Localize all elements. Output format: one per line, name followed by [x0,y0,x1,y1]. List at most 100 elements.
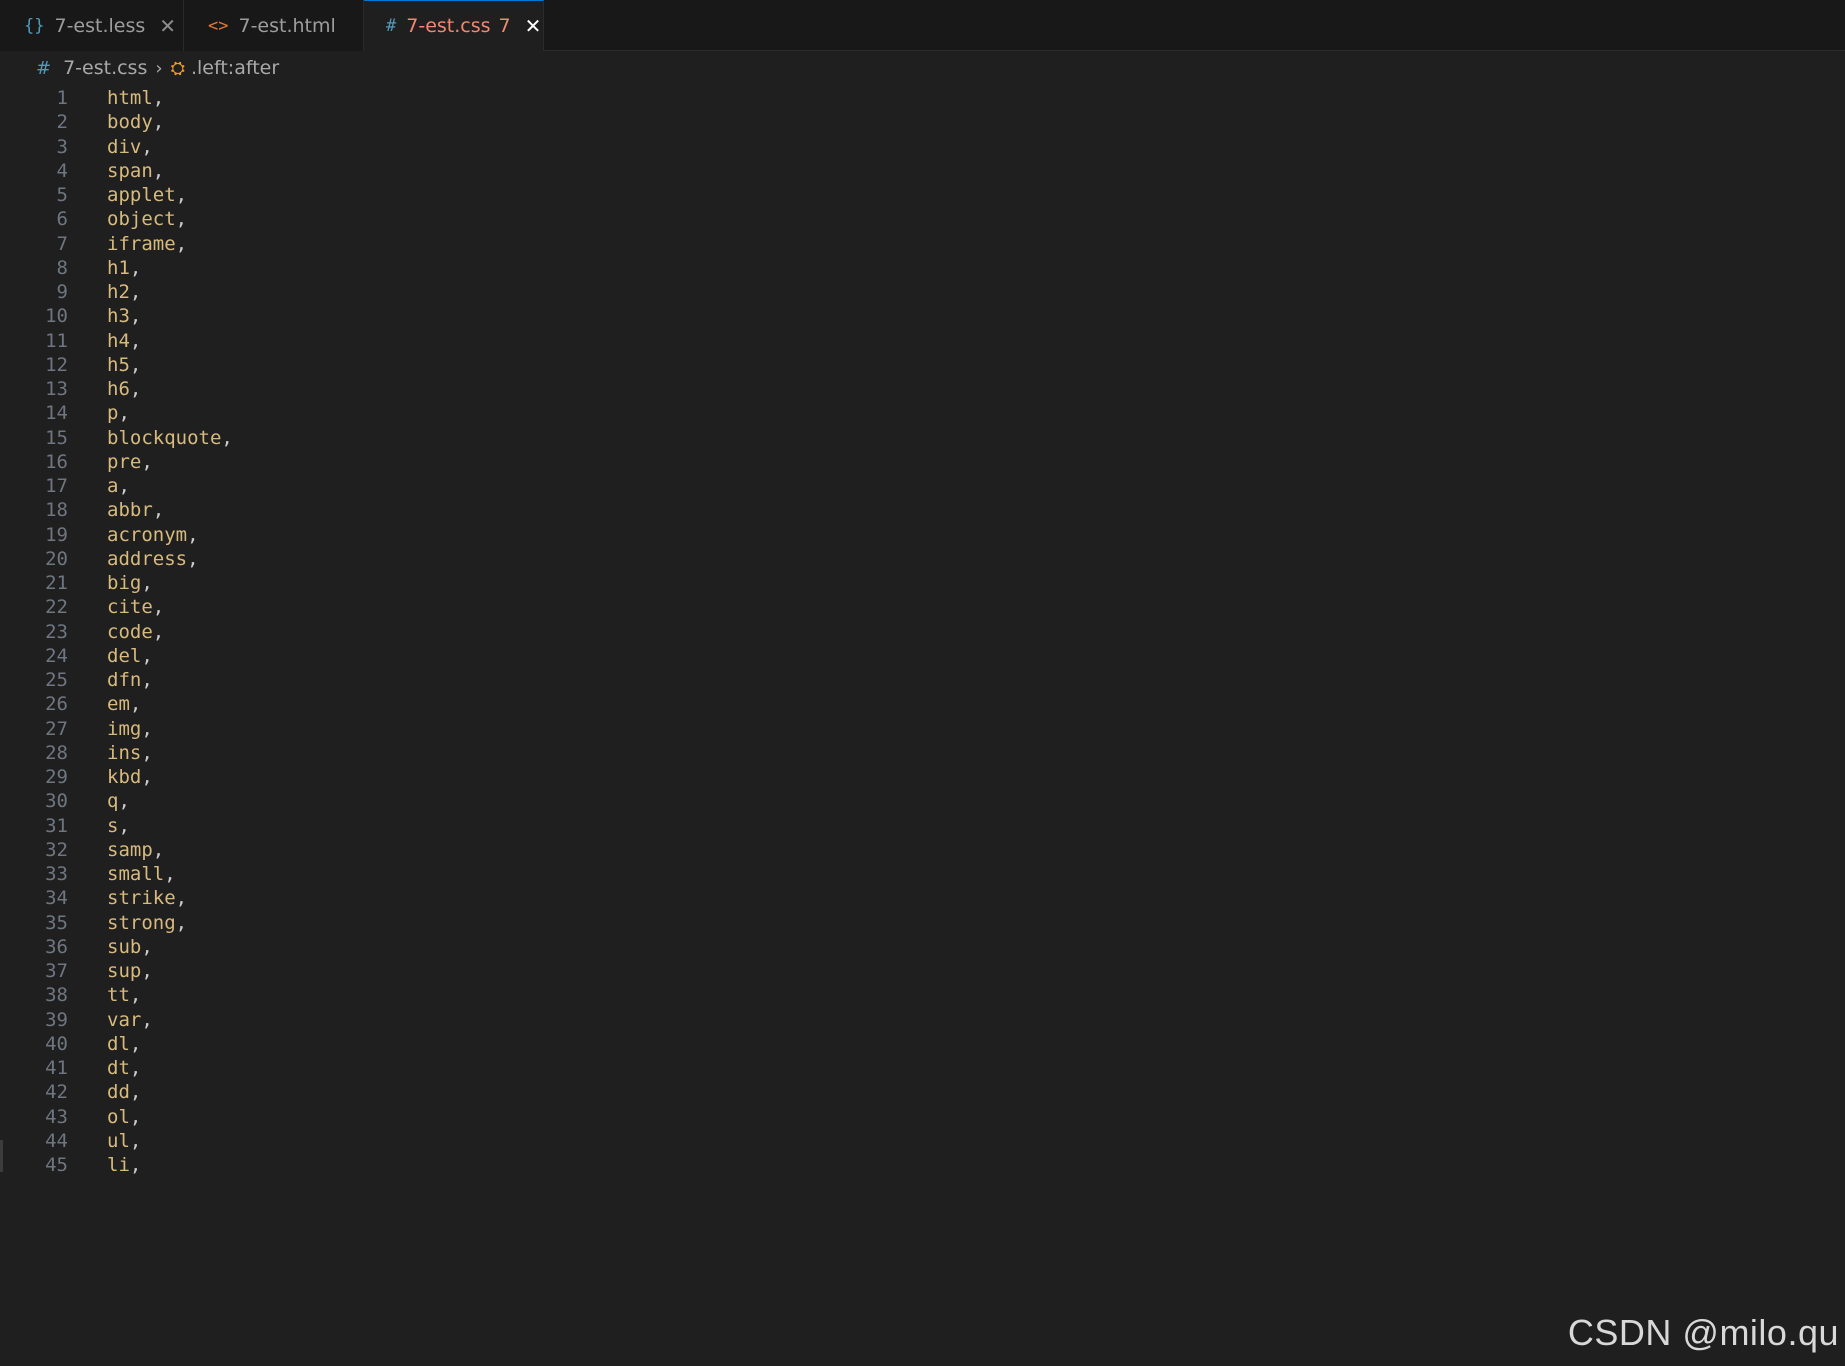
comma: , [152,596,165,619]
comma: , [141,717,153,740]
comma: , [141,572,153,594]
css-selector: li, [107,1151,141,1179]
comma: , [129,1129,142,1152]
selector-text: ol [107,1105,130,1128]
selector-text: s [107,814,119,837]
selector-text: object [107,208,176,231]
selector-text: applet [107,184,176,206]
selector-text: h2 [107,281,130,303]
comma: , [152,499,165,522]
selector-text: h6 [107,378,130,400]
comma: , [175,184,188,206]
selector-text: blockquote [107,426,222,449]
selector-text: img [107,717,142,740]
selector-text: body [107,111,153,134]
selector-text: iframe [107,232,176,255]
comma: , [141,450,153,473]
selector-text: strike [107,887,176,910]
selector-text: dl [107,1032,130,1055]
comma: , [129,1154,142,1176]
tab-7-est-less[interactable]: {} 7-est.less ✕ [0,0,184,51]
css-file-icon: # [36,57,52,79]
selector-text: h1 [107,256,130,279]
tab-label: 7-est.less [54,14,146,37]
css-file-icon: # [386,16,397,36]
comma: , [175,232,188,255]
problems-count-badge: 7 [498,15,511,37]
close-icon[interactable]: ✕ [525,14,542,38]
watermark: CSDN @milo.qu [1567,1312,1839,1353]
breadcrumb-symbol[interactable]: .left:after [191,57,279,79]
comma: , [175,887,188,910]
comma: , [129,984,142,1007]
selector-text: q [107,790,119,813]
breadcrumb-file[interactable]: 7-est.css [63,57,147,79]
tab-7-est-css[interactable]: # 7-est.css 7 ✕ [364,0,544,51]
comma: , [164,863,176,885]
selector-text: html [107,87,153,109]
comma: , [175,208,188,231]
selector-text: em [107,693,130,716]
line-number: 45 [45,1154,68,1176]
comma: , [141,960,153,982]
selector-text: small [107,863,165,885]
code-line[interactable]: 45 li, [0,1151,1800,1179]
comma: , [175,911,188,934]
comma: , [152,111,165,134]
comma: , [141,935,153,958]
selector-text: div [107,135,142,158]
comma: , [118,790,130,813]
comma: , [118,402,130,425]
selector-text: var [107,1008,142,1031]
scrollbar-marker [0,1140,3,1172]
comma: , [129,353,142,376]
code-editor[interactable]: 1 html, 2 body, 3 div, 4 span, 5 applet, 6 object, 7… [0,84,1845,1366]
tab-label: 7-est.css [406,15,491,37]
selector-text: span [107,159,153,182]
comma: , [152,87,165,109]
tab-label: 7-est.html [238,14,336,37]
comma: , [187,523,199,546]
tab-7-est-html[interactable]: <> 7-est.html [184,0,364,51]
comma: , [129,1105,142,1128]
close-icon[interactable]: ✕ [159,14,176,38]
selector-text: acronym [107,523,188,546]
selector-text: address [107,547,188,570]
selector-text: strong [107,911,176,934]
chevron-right-icon: › [155,57,163,79]
selector-text: li [107,1154,130,1176]
selector-text: cite [107,596,153,619]
selector-text: code [107,620,153,643]
comma: , [187,547,199,570]
comma: , [221,426,233,449]
comma: , [129,281,142,303]
symbol-class-icon: ⛭ [170,57,185,79]
selector-text: dd [107,1081,130,1104]
selector-text: sub [107,935,142,958]
comma: , [141,135,153,158]
selector-text: a [107,475,119,497]
comma: , [129,256,142,279]
comma: , [152,159,165,182]
comma: , [141,669,153,691]
selector-text: dfn [107,669,142,691]
selector-text: h4 [107,329,130,352]
selector-text: big [107,572,142,594]
comma: , [141,644,153,667]
comma: , [129,378,142,400]
comma: , [129,305,142,328]
selector-text: h5 [107,353,130,376]
comma: , [141,1008,153,1031]
selector-text: tt [107,984,130,1007]
comma: , [129,1081,142,1104]
html-file-icon: <> [208,15,229,36]
comma: , [118,814,130,837]
selector-text: ins [107,741,142,764]
comma: , [152,838,165,861]
breadcrumb: # 7-est.css › ⛭ .left:after [0,52,1845,84]
selector-text: ul [107,1129,130,1152]
tab-bar: {} 7-est.less ✕ <> 7-est.html # 7-est.cs… [0,0,1845,51]
selector-text: abbr [107,499,153,522]
selector-text: h3 [107,305,130,328]
comma: , [118,475,130,497]
